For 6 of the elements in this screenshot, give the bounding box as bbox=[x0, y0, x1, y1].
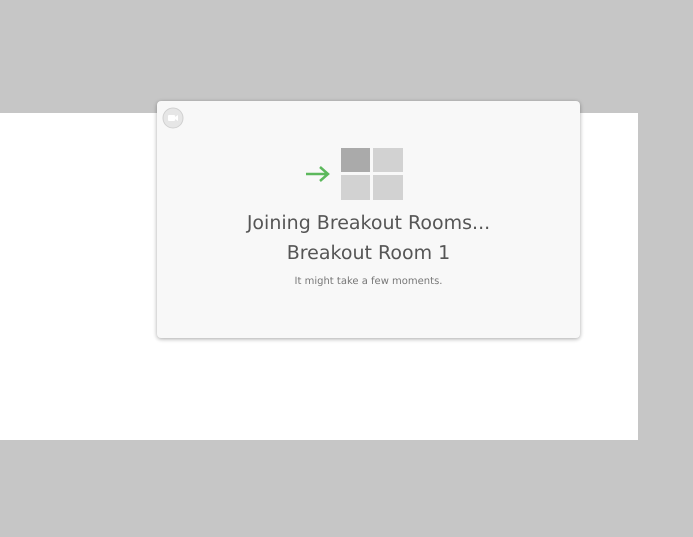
dialog-title: Joining Breakout Rooms... bbox=[246, 211, 490, 236]
wait-message: It might take a few moments. bbox=[294, 275, 442, 289]
camera-icon bbox=[162, 107, 184, 129]
room-grid-icon bbox=[340, 148, 402, 200]
room-name: Breakout Room 1 bbox=[286, 241, 450, 266]
arrow-icon bbox=[304, 165, 330, 183]
